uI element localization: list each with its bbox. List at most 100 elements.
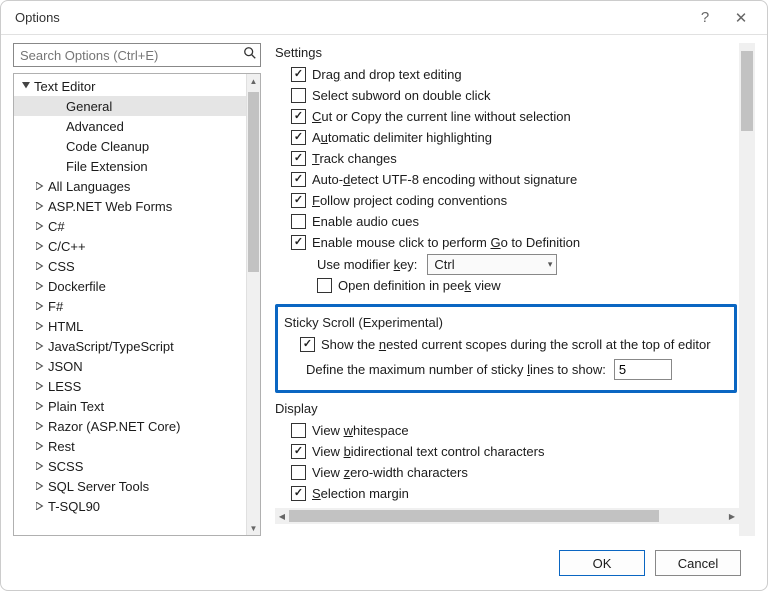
expand-icon[interactable] [34, 502, 46, 510]
tree-item[interactable]: Razor (ASP.NET Core) [14, 416, 246, 436]
expand-icon[interactable] [34, 182, 46, 190]
group-display-title: Display [275, 401, 739, 416]
scroll-left-icon[interactable]: ◀ [275, 512, 289, 521]
tree-item[interactable]: Plain Text [14, 396, 246, 416]
scroll-thumb[interactable] [289, 510, 659, 522]
tree-item[interactable]: LESS [14, 376, 246, 396]
checkbox-label: Auto-detect UTF-8 encoding without signa… [312, 172, 577, 187]
expand-icon[interactable] [34, 382, 46, 390]
tree-item[interactable]: Rest [14, 436, 246, 456]
expand-icon[interactable] [34, 442, 46, 450]
tree-item[interactable]: General [14, 96, 246, 116]
help-icon[interactable]: ? [687, 9, 723, 26]
tree-item[interactable]: C# [14, 216, 246, 236]
checkbox[interactable] [291, 67, 306, 82]
scroll-thumb[interactable] [741, 51, 753, 131]
checkbox[interactable] [291, 130, 306, 145]
checkbox[interactable] [291, 151, 306, 166]
tree-item[interactable]: ASP.NET Web Forms [14, 196, 246, 216]
tree-item[interactable]: F# [14, 296, 246, 316]
settings-scrollbar[interactable] [739, 43, 755, 536]
checkbox-label: Drag and drop text editing [312, 67, 462, 82]
search-input[interactable] [13, 43, 261, 67]
tree-item-label: Razor (ASP.NET Core) [46, 419, 180, 434]
tree-item-label: Advanced [64, 119, 124, 134]
tree-item[interactable]: Dockerfile [14, 276, 246, 296]
horizontal-scrollbar[interactable]: ◀ ▶ [275, 508, 739, 524]
expand-icon[interactable] [34, 482, 46, 490]
cancel-button[interactable]: Cancel [655, 550, 741, 576]
tree-item-label: Code Cleanup [64, 139, 149, 154]
tree-item[interactable]: JavaScript/TypeScript [14, 336, 246, 356]
checkbox[interactable] [291, 193, 306, 208]
checkbox-label: Track changes [312, 151, 397, 166]
group-sticky-title: Sticky Scroll (Experimental) [284, 315, 728, 330]
expand-icon[interactable] [34, 222, 46, 230]
checkbox[interactable] [291, 88, 306, 103]
checkbox[interactable] [291, 214, 306, 229]
checkbox[interactable] [291, 423, 306, 438]
scroll-down-icon[interactable]: ▼ [247, 521, 260, 535]
tree-item[interactable]: T-SQL90 [14, 496, 246, 516]
tree-item[interactable]: All Languages [14, 176, 246, 196]
checkbox-label: View zero-width characters [312, 465, 468, 480]
expand-icon[interactable] [34, 262, 46, 270]
checkbox-label: Show the nested current scopes during th… [321, 337, 711, 352]
checkbox[interactable] [291, 172, 306, 187]
tree-item-label: Rest [46, 439, 75, 454]
expand-icon[interactable] [34, 302, 46, 310]
checkbox-label: Selection margin [312, 486, 409, 501]
expand-icon[interactable] [34, 282, 46, 290]
tree-item-label: ASP.NET Web Forms [46, 199, 172, 214]
collapse-icon[interactable] [20, 82, 32, 90]
scroll-thumb[interactable] [248, 92, 259, 272]
tree-item-label: All Languages [46, 179, 130, 194]
tree-item-label: General [64, 99, 112, 114]
expand-icon[interactable] [34, 462, 46, 470]
expand-icon[interactable] [34, 362, 46, 370]
checkbox[interactable] [291, 235, 306, 250]
tree-item[interactable]: Code Cleanup [14, 136, 246, 156]
scroll-right-icon[interactable]: ▶ [725, 512, 739, 521]
tree-item-label: CSS [46, 259, 75, 274]
tree-item[interactable]: File Extension [14, 156, 246, 176]
sticky-max-input[interactable] [614, 359, 672, 380]
tree-scrollbar[interactable]: ▲ ▼ [246, 74, 260, 535]
tree-item[interactable]: C/C++ [14, 236, 246, 256]
tree-item[interactable]: CSS [14, 256, 246, 276]
tree-item-label: JSON [46, 359, 83, 374]
checkbox-label: Cut or Copy the current line without sel… [312, 109, 571, 124]
scroll-up-icon[interactable]: ▲ [247, 74, 260, 88]
tree-item-label: LESS [46, 379, 81, 394]
checkbox-label: View bidirectional text control characte… [312, 444, 544, 459]
checkbox-label: Open definition in peek view [338, 278, 501, 293]
sticky-scroll-group: Sticky Scroll (Experimental) Show the ne… [275, 304, 737, 393]
ok-button[interactable]: OK [559, 550, 645, 576]
expand-icon[interactable] [34, 242, 46, 250]
expand-icon[interactable] [34, 202, 46, 210]
checkbox[interactable] [291, 486, 306, 501]
nav-tree[interactable]: Text Editor General Advanced Code Cleanup F… [14, 74, 246, 535]
tree-item[interactable]: Advanced [14, 116, 246, 136]
checkbox-peek-view[interactable] [317, 278, 332, 293]
tree-item-label: File Extension [64, 159, 148, 174]
modifier-key-combo[interactable]: Ctrl ▾ [427, 254, 557, 275]
tree-item[interactable]: SQL Server Tools [14, 476, 246, 496]
checkbox[interactable] [291, 444, 306, 459]
close-icon[interactable]: ✕ [723, 9, 759, 27]
tree-item[interactable]: JSON [14, 356, 246, 376]
tree-root-text-editor[interactable]: Text Editor [14, 76, 246, 96]
checkbox-sticky-show[interactable] [300, 337, 315, 352]
options-dialog: Options ? ✕ [0, 0, 768, 591]
expand-icon[interactable] [34, 402, 46, 410]
search-icon[interactable] [243, 46, 257, 63]
tree-item[interactable]: SCSS [14, 456, 246, 476]
checkbox[interactable] [291, 465, 306, 480]
expand-icon[interactable] [34, 342, 46, 350]
checkbox-label: Select subword on double click [312, 88, 491, 103]
checkbox[interactable] [291, 109, 306, 124]
tree-item[interactable]: HTML [14, 316, 246, 336]
checkbox-label: Automatic delimiter highlighting [312, 130, 492, 145]
expand-icon[interactable] [34, 322, 46, 330]
expand-icon[interactable] [34, 422, 46, 430]
